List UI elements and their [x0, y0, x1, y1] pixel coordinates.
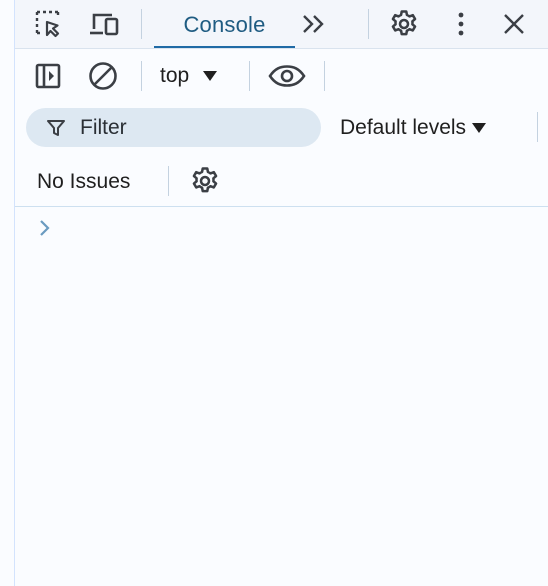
- more-tabs-icon[interactable]: [299, 10, 329, 38]
- more-vertical-icon[interactable]: [451, 8, 471, 40]
- toolbar-divider: [168, 166, 169, 196]
- log-levels-label: Default levels: [340, 116, 467, 139]
- tab-console[interactable]: Console: [154, 0, 295, 49]
- tab-bar-divider: [141, 9, 142, 39]
- tab-console-label: Console: [183, 11, 266, 37]
- tab-bar-divider: [368, 9, 369, 39]
- console-settings-gear-icon[interactable]: [187, 163, 223, 199]
- console-toolbar: top Default levels No Issues: [15, 49, 548, 207]
- javascript-context-selector[interactable]: top: [160, 61, 218, 91]
- issues-label: No Issues: [37, 170, 131, 193]
- toolbar-divider: [249, 61, 250, 91]
- device-toolbar-icon[interactable]: [87, 8, 121, 40]
- close-icon[interactable]: [499, 8, 529, 40]
- caret-down-icon: [472, 123, 487, 133]
- sidebar-toggle-icon[interactable]: [31, 61, 65, 91]
- settings-gear-icon[interactable]: [386, 6, 422, 42]
- clear-console-icon[interactable]: [86, 60, 120, 92]
- filter-icon: [47, 119, 65, 136]
- filter-input[interactable]: [80, 115, 280, 140]
- caret-down-icon: [203, 71, 218, 81]
- filter-field[interactable]: [26, 108, 321, 147]
- toolbar-divider: [537, 112, 538, 142]
- log-levels-dropdown[interactable]: Default levels: [340, 113, 487, 143]
- toolbar-bottom-border: [15, 206, 548, 207]
- toolbar-divider: [141, 61, 142, 91]
- devtools-tab-bar: Console: [15, 0, 548, 49]
- context-label: top: [160, 64, 190, 87]
- live-expression-eye-icon[interactable]: [267, 61, 307, 91]
- prompt-chevron-icon[interactable]: [38, 218, 54, 238]
- issues-counter[interactable]: No Issues: [37, 167, 130, 197]
- select-element-icon[interactable]: [32, 8, 66, 40]
- toolbar-divider: [324, 61, 325, 91]
